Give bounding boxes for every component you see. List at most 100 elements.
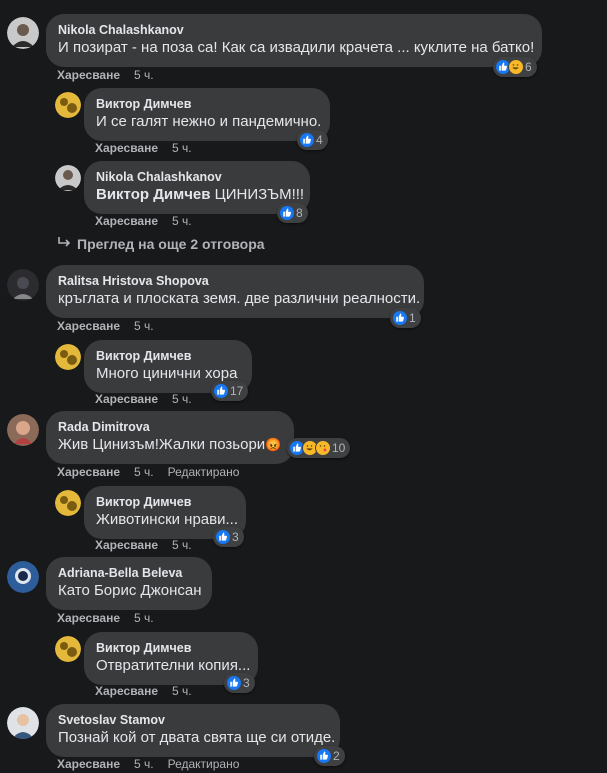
like-button[interactable]: Харесване	[95, 392, 158, 406]
reaction-count: 2	[333, 749, 340, 763]
like-reaction-icon	[316, 748, 332, 764]
like-button[interactable]: Харесване	[57, 319, 120, 333]
reaction-count: 17	[230, 384, 244, 398]
comment-author[interactable]: Ralitsa Hristova Shopova	[58, 273, 412, 289]
comment-text: Познай кой от двата свята ще си отиде.	[58, 729, 336, 746]
avatar[interactable]	[55, 165, 81, 191]
comment-actions: Харесване 5 ч.	[95, 683, 206, 699]
comment-actions: Харесване 5 ч.	[95, 140, 206, 156]
comment-time[interactable]: 5 ч.	[172, 392, 192, 406]
view-more-replies[interactable]: Преглед на още 2 отговора	[57, 236, 265, 252]
like-button[interactable]: Харесване	[95, 214, 158, 228]
comment-text: И се галят нежно и пандемично.	[96, 113, 322, 130]
avatar[interactable]	[7, 269, 39, 301]
like-button[interactable]: Харесване	[57, 68, 120, 82]
comment-time[interactable]: 5 ч.	[172, 538, 192, 552]
comment-actions: Харесване 5 ч.	[57, 318, 168, 334]
comment-text-body: Жив Цинизъм!Жалки позьори	[58, 436, 266, 453]
view-more-label: Преглед на още 2 отговора	[77, 236, 265, 252]
comment-actions: Харесване 5 ч.	[95, 213, 206, 229]
comment-text: Като Борис Джонсан	[58, 582, 202, 599]
comment-author[interactable]: Rada Dimitrova	[58, 419, 282, 435]
comment-time[interactable]: 5 ч.	[134, 757, 154, 771]
avatar[interactable]	[7, 707, 39, 739]
comment-author[interactable]: Виктор Димчев	[96, 640, 246, 656]
like-reaction-icon	[392, 310, 408, 326]
care-reaction-icon	[315, 440, 331, 456]
angry-emoji: 😡	[265, 437, 282, 452]
reaction-summary[interactable]: 8	[277, 203, 308, 223]
comment-actions: Харесване 5 ч. Редактирано	[57, 464, 239, 480]
comment-author[interactable]: Adriana-Bella Beleva	[58, 565, 200, 581]
mention-link[interactable]: Виктор Димчев	[96, 186, 210, 203]
reply-bubble: Nikola Chalashkanov Виктор Димчев ЦИНИЗЪ…	[84, 161, 310, 214]
comment-actions: Харесване 5 ч.	[95, 391, 206, 407]
reaction-count: 8	[296, 206, 303, 220]
avatar[interactable]	[55, 92, 81, 118]
avatar[interactable]	[55, 344, 81, 370]
comment-text: кръглата и плоската земя. две различни р…	[58, 290, 421, 307]
like-button[interactable]: Харесване	[95, 141, 158, 155]
comment-time[interactable]: 5 ч.	[134, 68, 154, 82]
avatar[interactable]	[55, 636, 81, 662]
comment-time[interactable]: 5 ч.	[172, 141, 192, 155]
reaction-summary[interactable]: 2	[314, 746, 345, 766]
reaction-summary[interactable]: 6	[493, 57, 537, 77]
like-button[interactable]: Харесване	[95, 684, 158, 698]
like-reaction-icon	[279, 205, 295, 221]
comment-time[interactable]: 5 ч.	[172, 214, 192, 228]
edited-label[interactable]: Редактирано	[168, 757, 240, 771]
comment-time[interactable]: 5 ч.	[134, 319, 154, 333]
reply-bubble: Виктор Димчев И се галят нежно и пандеми…	[84, 88, 330, 141]
reaction-count: 10	[332, 441, 346, 455]
comment-bubble: Nikola Chalashkanov И позират - на поза …	[46, 14, 542, 67]
like-reaction-icon	[215, 529, 231, 545]
comment-text: Животински нрави...	[96, 511, 239, 528]
comment-bubble: Adriana-Bella Beleva Като Борис Джонсан	[46, 557, 212, 610]
reaction-count: 3	[232, 530, 239, 544]
comment-text: Отвратителни копия...	[96, 657, 251, 674]
comment-author[interactable]: Виктор Димчев	[96, 348, 240, 364]
like-button[interactable]: Харесване	[57, 757, 120, 771]
reaction-summary[interactable]: 17	[211, 381, 249, 401]
comment-actions: Харесване 5 ч.	[57, 610, 168, 626]
avatar[interactable]	[55, 490, 81, 516]
comment-author[interactable]: Виктор Димчев	[96, 494, 234, 510]
reaction-summary[interactable]: 10	[287, 438, 351, 458]
reaction-count: 6	[525, 60, 532, 74]
like-button[interactable]: Харесване	[57, 465, 120, 479]
comment-text: Жив Цинизъм!Жалки позьори😡	[58, 435, 282, 455]
reaction-summary[interactable]: 3	[224, 673, 255, 693]
like-reaction-icon	[299, 132, 315, 148]
reaction-count: 1	[409, 311, 416, 325]
comment-author[interactable]: Svetoslav Stamov	[58, 712, 328, 728]
comment-actions: Харесване 5 ч.	[95, 537, 206, 553]
comment-time[interactable]: 5 ч.	[134, 611, 154, 625]
comment-bubble: Rada Dimitrova Жив Цинизъм!Жалки позьори…	[46, 411, 294, 464]
reaction-count: 3	[243, 676, 250, 690]
comment-actions: Харесване 5 ч. Редактирано	[57, 756, 239, 772]
reaction-summary[interactable]: 3	[213, 527, 244, 547]
haha-reaction-icon	[508, 59, 524, 75]
avatar[interactable]	[7, 17, 39, 49]
like-button[interactable]: Харесване	[57, 611, 120, 625]
comment-actions: Харесване 5 ч.	[57, 67, 168, 83]
comment-author[interactable]: Виктор Димчев	[96, 96, 318, 112]
comment-bubble: Ralitsa Hristova Shopova кръглата и плос…	[46, 265, 424, 318]
reaction-summary[interactable]: 1	[390, 308, 421, 328]
comment-text-body: ЦИНИЗЪМ!!!	[214, 186, 305, 203]
reaction-summary[interactable]: 4	[297, 130, 328, 150]
comment-text: Виктор Димчев ЦИНИЗЪМ!!!	[96, 185, 304, 205]
edited-label[interactable]: Редактирано	[168, 465, 240, 479]
like-button[interactable]: Харесване	[95, 538, 158, 552]
comment-time[interactable]: 5 ч.	[134, 465, 154, 479]
comment-text: И позират - на поза са! Как са извадили …	[58, 39, 535, 56]
like-reaction-icon	[213, 383, 229, 399]
avatar[interactable]	[7, 561, 39, 593]
comment-bubble: Svetoslav Stamov Познай кой от двата свя…	[46, 704, 340, 757]
comment-author[interactable]: Nikola Chalashkanov	[96, 169, 298, 185]
avatar[interactable]	[7, 414, 39, 446]
comment-author[interactable]: Nikola Chalashkanov	[58, 22, 530, 38]
like-reaction-icon	[226, 675, 242, 691]
comment-time[interactable]: 5 ч.	[172, 684, 192, 698]
